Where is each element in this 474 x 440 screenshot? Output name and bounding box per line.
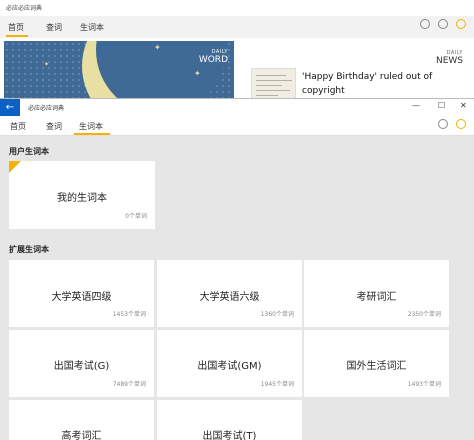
daily-word-card[interactable]: ✦ ✦ ✦ DAILY WORD <box>4 41 234 100</box>
vocab-book-name: 我的生词本 <box>57 193 107 204</box>
tab-lookup[interactable]: 查词 <box>46 121 62 132</box>
vocab-book-card[interactable]: 我的生词本 0个单词 <box>9 161 155 229</box>
daily-word-tag: DAILY WORD <box>199 49 228 65</box>
vocab-book-card[interactable]: 高考词汇 <box>9 400 154 440</box>
back-button[interactable]: ← <box>0 99 20 116</box>
main-window: ← 必应必应词典 — ☐ ✕ 首页 查词 生词本 用户生词本 我的生词本 0个单… <box>0 98 474 440</box>
vocab-book-count: 1493个单词 <box>407 381 441 388</box>
corner-badge <box>9 161 21 173</box>
extended-vocab-section-title: 扩展生词本 <box>9 245 49 254</box>
tab-vocab[interactable]: 生词本 <box>79 121 103 132</box>
active-tab-indicator <box>74 133 110 135</box>
vocab-book-count: 1453个单词 <box>112 311 146 318</box>
vocab-book-card[interactable]: 出国考试(T) <box>157 400 302 440</box>
title-bar: ← 必应必应词典 — ☐ ✕ <box>0 99 474 116</box>
background-tab-indicator <box>6 35 28 37</box>
gear-icon[interactable] <box>438 19 448 29</box>
vocab-book-card[interactable]: 大学英语四级 1453个单词 <box>9 260 154 327</box>
app-title: 必应必应词典 <box>28 105 65 112</box>
vocab-book-count: 1945个单词 <box>260 381 294 388</box>
minimize-button[interactable]: — <box>412 101 420 110</box>
news-headline[interactable]: 'Happy Birthday' ruled out of copyright <box>302 70 462 98</box>
star-icon: ✦ <box>44 61 50 68</box>
toolbar-icons <box>438 119 466 129</box>
tab-home[interactable]: 首页 <box>10 121 26 132</box>
daily-word-big-label: WORD <box>198 55 228 65</box>
vocab-book-name: 出国考试(GM) <box>197 361 262 372</box>
background-tab-bar: 首页 查词 生词本 <box>0 16 474 38</box>
background-tab-vocab[interactable]: 生词本 <box>80 22 104 33</box>
maximize-button[interactable]: ☐ <box>438 101 445 110</box>
vocab-book-card[interactable]: 大学英语六级 1360个单词 <box>157 260 302 327</box>
vocab-book-card[interactable]: 国外生活词汇 1493个单词 <box>304 330 449 397</box>
close-button[interactable]: ✕ <box>460 101 467 110</box>
vocab-book-name: 出国考试(T) <box>202 431 257 440</box>
vocab-book-card[interactable]: 出国考试(G) 7489个单词 <box>9 330 154 397</box>
smiley-icon[interactable] <box>456 119 466 129</box>
background-window: 必应必应词典 首页 查词 生词本 ✦ ✦ ✦ DAILY WORD DAILY … <box>0 0 474 100</box>
background-title-bar: 必应必应词典 <box>0 0 474 16</box>
star-icon: ✦ <box>194 69 201 78</box>
vocab-book-card[interactable]: 出国考试(GM) 1945个单词 <box>157 330 302 397</box>
vocab-book-count: 0个单词 <box>125 213 147 220</box>
daily-news-big-label: NEWS <box>435 56 463 66</box>
daily-news-tag: DAILY NEWS <box>433 50 463 66</box>
background-tab-lookup[interactable]: 查词 <box>46 22 62 33</box>
star-icon: ✦ <box>154 43 161 52</box>
vocab-book-name: 国外生活词汇 <box>346 361 407 372</box>
vocab-book-name: 考研词汇 <box>356 292 397 303</box>
background-tab-home[interactable]: 首页 <box>8 22 24 33</box>
vocab-book-name: 大学英语四级 <box>51 292 112 303</box>
vocab-book-count: 1360个单词 <box>260 311 294 318</box>
background-app-title: 必应必应词典 <box>6 5 43 12</box>
user-vocab-section-title: 用户生词本 <box>9 147 49 156</box>
vocab-book-count: 7489个单词 <box>112 381 146 388</box>
gear-icon[interactable] <box>438 119 448 129</box>
tab-bar: 首页 查词 生词本 <box>0 116 474 136</box>
smiley-icon[interactable] <box>456 19 466 29</box>
vocab-book-name: 出国考试(G) <box>53 361 110 372</box>
vocab-book-name: 大学英语六级 <box>199 292 260 303</box>
vocab-book-card[interactable]: 考研词汇 2350个单词 <box>304 260 449 327</box>
vocab-book-name: 高考词汇 <box>61 431 102 440</box>
refresh-icon[interactable] <box>420 19 430 29</box>
background-toolbar-icons <box>420 19 466 29</box>
news-thumbnail[interactable] <box>251 68 296 100</box>
vocab-book-count: 2350个单词 <box>407 311 441 318</box>
